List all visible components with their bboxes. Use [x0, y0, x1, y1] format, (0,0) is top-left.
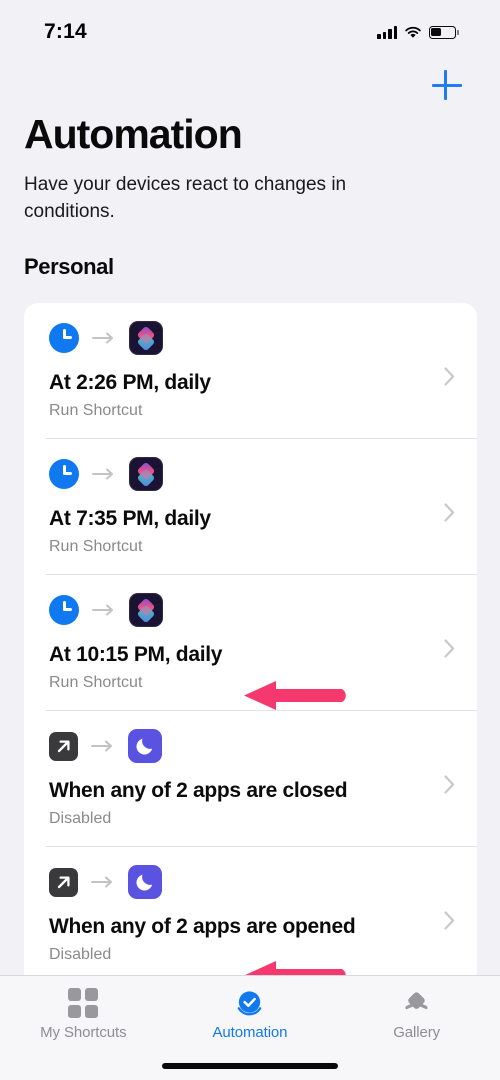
clock-icon	[49, 595, 79, 625]
cellular-signal-icon	[377, 25, 397, 39]
page-header: Automation Have your devices react to ch…	[24, 112, 476, 280]
chevron-right-icon[interactable]	[444, 775, 455, 794]
do-not-disturb-moon-icon	[128, 865, 162, 899]
automation-title: When any of 2 apps are closed	[49, 779, 348, 802]
clock-icon	[49, 459, 79, 489]
automation-row[interactable]: When any of 2 apps are opened Disabled	[24, 847, 477, 982]
automation-row[interactable]: At 2:26 PM, daily Run Shortcut	[24, 303, 477, 710]
home-indicator[interactable]	[162, 1063, 338, 1069]
grid-squares-icon	[68, 987, 99, 1019]
automation-title: At 2:26 PM, daily	[49, 371, 211, 394]
page-title: Automation	[24, 111, 243, 157]
shortcuts-app-icon	[129, 321, 163, 355]
chevron-right-icon[interactable]	[444, 639, 455, 658]
page-subtitle: Have your devices react to changes in co…	[24, 174, 347, 223]
automation-subtitle: Run Shortcut	[49, 402, 143, 419]
automation-icons	[24, 457, 477, 491]
automation-icons	[24, 865, 477, 899]
battery-icon	[429, 25, 459, 39]
app-launch-icon	[49, 867, 78, 897]
tab-gallery[interactable]: Gallery	[342, 987, 492, 1041]
layers-stack-icon	[401, 987, 432, 1019]
shortcuts-app-icon	[129, 593, 163, 627]
automation-row[interactable]: When any of 2 apps are closed Disabled	[24, 711, 477, 846]
automation-row[interactable]: At 7:35 PM, daily Run Shortcut	[24, 439, 477, 982]
arrow-right-icon	[92, 468, 113, 480]
status-bar-indicators	[377, 25, 459, 39]
arrow-right-icon	[92, 332, 113, 344]
automation-title: At 7:35 PM, daily	[49, 507, 211, 530]
add-automation-button[interactable]	[430, 68, 464, 102]
automation-icons	[24, 729, 477, 763]
app-launch-icon	[49, 731, 78, 761]
chevron-right-icon[interactable]	[444, 503, 455, 522]
phone-screen: 7:14 Automation Have your devices react …	[0, 0, 500, 1080]
automation-subtitle: Disabled	[49, 810, 112, 827]
automation-icons	[24, 593, 477, 627]
tab-bar: My Shortcuts Automation Gallery	[0, 975, 500, 1080]
automation-title: At 10:15 PM, daily	[49, 643, 223, 666]
do-not-disturb-moon-icon	[128, 729, 162, 763]
arrow-right-icon	[91, 740, 112, 752]
automation-icons	[24, 321, 477, 355]
arrow-right-icon	[91, 876, 112, 888]
automation-subtitle: Run Shortcut	[49, 538, 143, 555]
clock-icon	[49, 323, 79, 353]
automation-subtitle: Run Shortcut	[49, 674, 143, 691]
tab-label: Automation	[212, 1024, 288, 1041]
tab-label: My Shortcuts	[40, 1024, 127, 1041]
automation-row[interactable]: At 10:15 PM, daily Run Shortcut	[24, 575, 477, 710]
arrow-right-icon	[92, 604, 113, 616]
shortcuts-app-icon	[129, 457, 163, 491]
tab-my-shortcuts[interactable]: My Shortcuts	[8, 987, 158, 1041]
status-bar-time: 7:14	[44, 20, 87, 43]
automation-list: At 2:26 PM, daily Run Shortcut At 7:35 P…	[24, 303, 477, 982]
automation-check-circle-icon	[234, 987, 265, 1019]
section-header-personal: Personal	[24, 254, 114, 280]
chevron-right-icon[interactable]	[444, 911, 455, 930]
tab-label: Gallery	[393, 1024, 441, 1041]
wifi-icon	[405, 26, 421, 38]
status-bar: 7:14	[0, 0, 500, 58]
automation-title: When any of 2 apps are opened	[49, 915, 356, 938]
tab-automation[interactable]: Automation	[175, 987, 325, 1041]
chevron-right-icon[interactable]	[444, 367, 455, 386]
